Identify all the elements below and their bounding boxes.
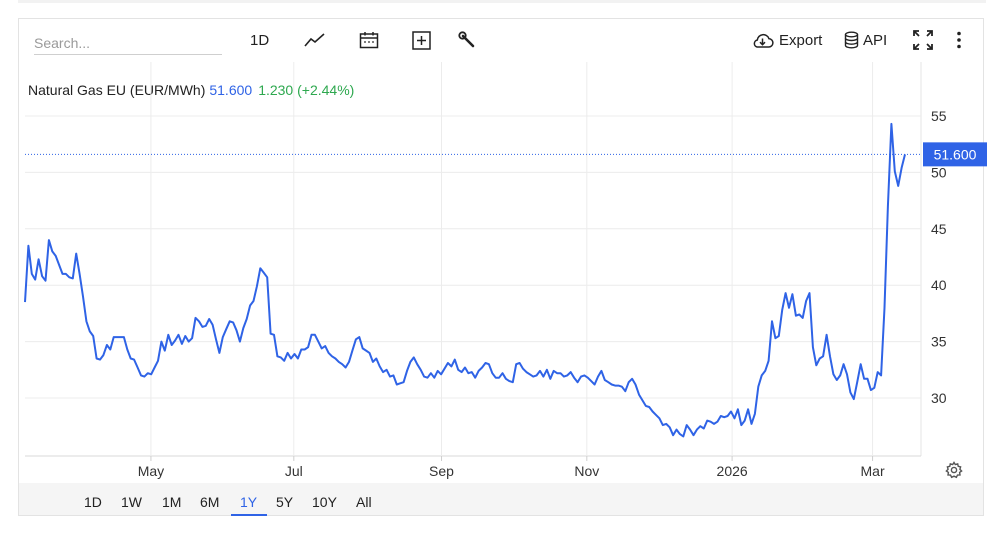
range-button-all[interactable]: All [356,494,372,510]
range-button-5y[interactable]: 5Y [276,494,293,510]
last-price-tag-label: 51.600 [934,146,977,162]
active-range-indicator [231,514,267,516]
x-tick-label: 2026 [717,463,748,479]
x-tick-label: Sep [429,463,454,479]
y-tick-label: 55 [931,108,947,124]
gear-icon [945,461,963,479]
range-button-1m[interactable]: 1M [162,494,181,510]
price-chart[interactable]: 30 35 40 45 50 55 May Jul Sep Nov 2026 Mar 51.600 [0,0,1005,541]
y-tick-label: 45 [931,221,947,237]
price-series-line [24,122,906,438]
x-tick-label: May [138,463,164,479]
x-tick-label: Mar [861,463,885,479]
x-tick-label: Jul [285,463,303,479]
range-button-1d[interactable]: 1D [84,494,102,510]
range-button-6m[interactable]: 6M [200,494,219,510]
range-button-1y[interactable]: 1Y [240,494,257,510]
y-tick-label: 30 [931,390,947,406]
chart-settings-button[interactable] [945,461,963,484]
x-tick-label: Nov [574,463,599,479]
range-button-10y[interactable]: 10Y [312,494,337,510]
y-tick-label: 50 [931,164,947,180]
range-button-1w[interactable]: 1W [121,494,142,510]
y-tick-label: 40 [931,277,947,293]
y-tick-label: 35 [931,334,947,350]
